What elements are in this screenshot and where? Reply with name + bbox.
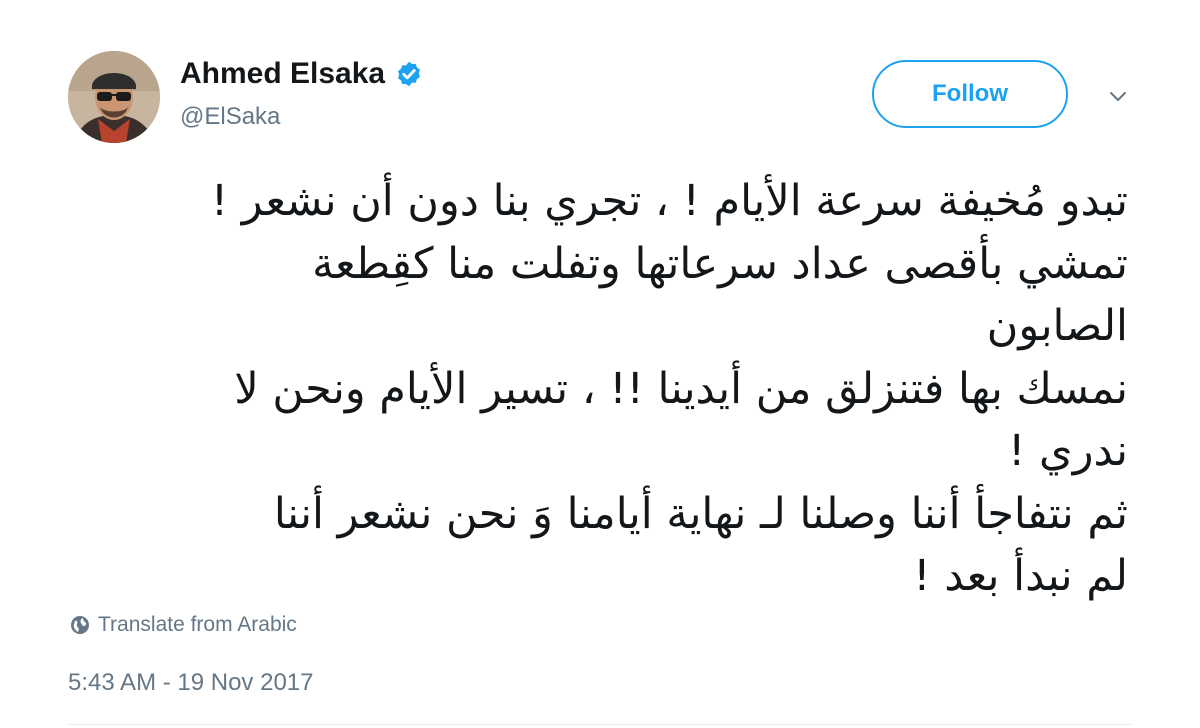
tweet-text-line: تبدو مُخيفة سرعة الأيام ! ، تجري بنا دون…: [210, 176, 1128, 226]
tweet-text: تبدو مُخيفة سرعة الأيام ! ، تجري بنا دون…: [48, 170, 1128, 608]
avatar-image: [68, 51, 160, 143]
tweet-text-line: تمشي بأقصى عداد سرعاتها وتفلت منا كقِطعة: [312, 238, 1128, 289]
tweet-text-line: ندري !: [1008, 426, 1128, 476]
translate-link[interactable]: Translate from Arabic: [70, 612, 297, 638]
divider: [68, 724, 1132, 725]
avatar[interactable]: [68, 51, 160, 143]
tweet-text-line: لم نبدأ بعد !: [913, 551, 1128, 601]
chevron-down-icon[interactable]: [1106, 84, 1130, 108]
verified-badge-icon: [395, 60, 423, 88]
tweet-text-line: ثم نتفاجأ أننا وصلنا لـ نهاية أيامنا وَ …: [273, 488, 1128, 539]
author-handle[interactable]: @ElSaka: [180, 102, 280, 132]
author-header[interactable]: Ahmed Elsaka: [180, 56, 423, 92]
tweet-timestamp[interactable]: 5:43 AM - 19 Nov 2017: [68, 668, 313, 698]
follow-button[interactable]: Follow: [872, 60, 1068, 128]
translate-label[interactable]: Translate from Arabic: [98, 612, 297, 638]
globe-icon: [71, 616, 89, 634]
author-name[interactable]: Ahmed Elsaka: [180, 56, 385, 92]
tweet-text-line: نمسك بها فتنزلق من أيدينا !! ، تسير الأي…: [234, 363, 1128, 414]
tweet-text-line: الصابون: [986, 301, 1128, 351]
